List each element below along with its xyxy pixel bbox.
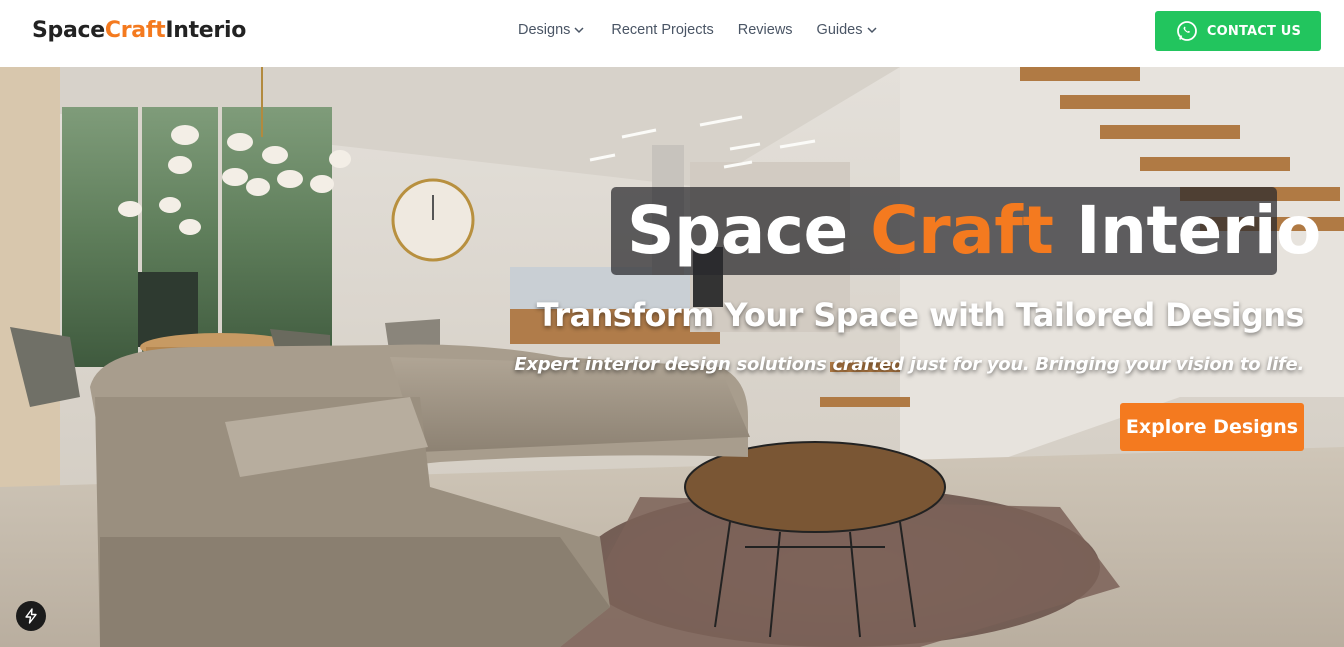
explore-designs-button[interactable]: Explore Designs bbox=[1120, 403, 1304, 451]
nav-item-guides[interactable]: Guides bbox=[817, 22, 878, 38]
hero-section: Space Craft Interio Transform Your Space… bbox=[0, 67, 1344, 647]
lightning-bolt-icon[interactable] bbox=[16, 601, 46, 631]
whatsapp-icon bbox=[1175, 19, 1199, 43]
nav-item-label: Reviews bbox=[737, 22, 793, 38]
contact-us-label: CONTACT US bbox=[1206, 23, 1302, 39]
site-logo[interactable]: SpaceCraftInterio bbox=[32, 18, 246, 43]
main-nav: Designs Recent Projects Reviews Guides bbox=[518, 22, 878, 38]
hero-subtitle: Transform Your Space with Tailored Desig… bbox=[536, 296, 1305, 334]
hero-title-space: Space bbox=[627, 192, 871, 269]
logo-part-craft: Craft bbox=[104, 18, 166, 43]
contact-us-button[interactable]: CONTACT US bbox=[1155, 11, 1321, 51]
hero-title: Space Craft Interio bbox=[627, 188, 1321, 274]
nav-item-designs[interactable]: Designs bbox=[518, 22, 585, 38]
nav-item-reviews[interactable]: Reviews bbox=[738, 22, 793, 38]
hero-title-craft: Craft bbox=[870, 192, 1054, 269]
nav-item-label: Designs bbox=[518, 22, 571, 38]
explore-designs-label: Explore Designs bbox=[1125, 416, 1299, 438]
chevron-down-icon bbox=[866, 24, 878, 36]
logo-part-interio: Interio bbox=[165, 18, 247, 43]
nav-item-label: Guides bbox=[816, 22, 863, 38]
nav-item-recent-projects[interactable]: Recent Projects bbox=[611, 22, 713, 38]
hero-title-interio: Interio bbox=[1053, 192, 1321, 269]
chevron-down-icon bbox=[573, 24, 585, 36]
nav-item-label: Recent Projects bbox=[611, 22, 714, 38]
logo-part-space: Space bbox=[32, 18, 105, 43]
hero-tagline: Expert interior design solutions crafted… bbox=[514, 354, 1304, 375]
site-header: SpaceCraftInterio Designs Recent Project… bbox=[0, 0, 1344, 67]
